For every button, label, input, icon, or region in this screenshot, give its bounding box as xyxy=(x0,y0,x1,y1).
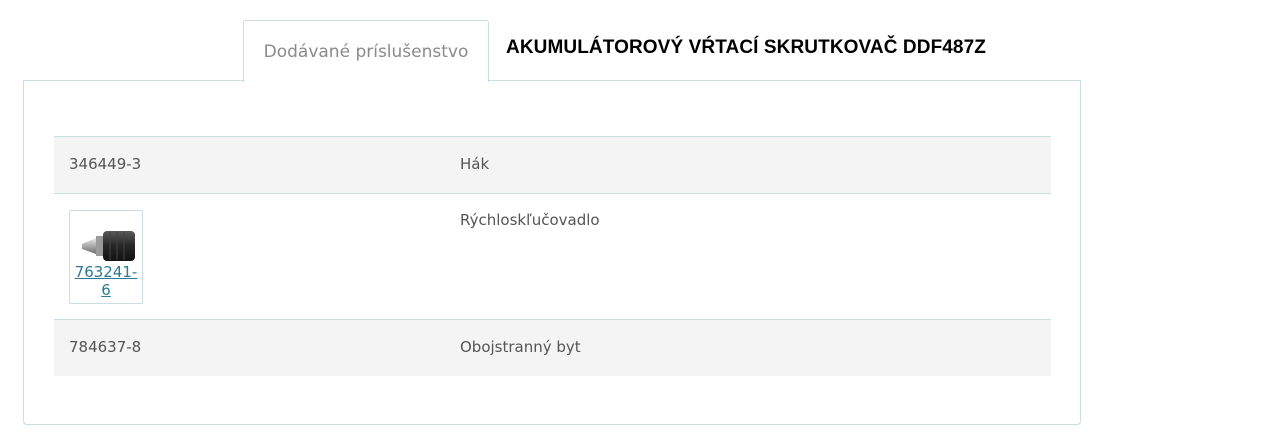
accessory-name: Rýchloskľučovadlo xyxy=(460,211,600,229)
accessory-code: 784637-8 xyxy=(69,338,142,356)
product-title: AKUMULÁTOROVÝ VŔTACÍ SKRUTKOVAČ DDF487Z xyxy=(506,37,986,58)
accessory-code-link[interactable]: 763241-6 xyxy=(70,263,142,299)
accessory-name: Hák xyxy=(460,155,490,173)
tab-label: Dodávané príslušenstvo xyxy=(263,41,469,62)
table-row: 346449-3 Hák xyxy=(54,136,1051,193)
accessory-code: 346449-3 xyxy=(69,155,142,173)
table-row: 784637-8 Obojstranný byt xyxy=(54,319,1051,376)
accessory-name: Obojstranný byt xyxy=(460,338,581,356)
table-row: 763241-6 Rýchloskľučovadlo xyxy=(54,193,1051,319)
accessories-table: 346449-3 Hák 763241-6 Rýchloskľučovadlo … xyxy=(54,136,1051,376)
tab-supplied-accessories[interactable]: Dodávané príslušenstvo xyxy=(243,20,489,82)
accessory-thumbnail[interactable]: 763241-6 xyxy=(69,210,143,304)
